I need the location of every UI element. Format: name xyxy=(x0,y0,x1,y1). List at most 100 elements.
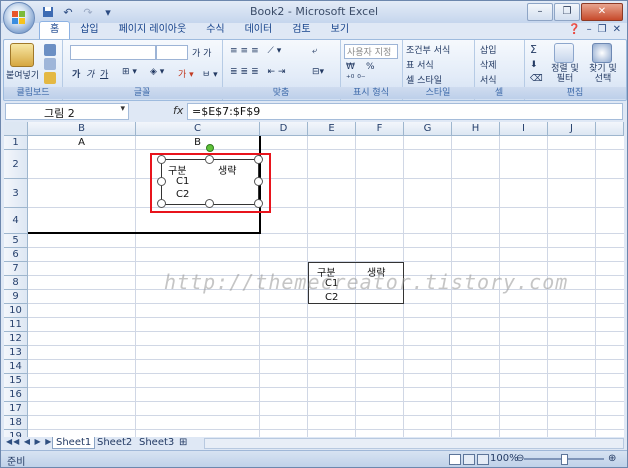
italic-button[interactable]: 가 xyxy=(86,67,94,80)
page-break-view-icon[interactable] xyxy=(477,454,489,465)
column-header-i[interactable]: I xyxy=(500,122,548,136)
sort-filter-icon[interactable] xyxy=(554,43,574,63)
restore-button[interactable]: ❐ xyxy=(554,3,580,21)
row-header-15[interactable]: 15 xyxy=(4,374,28,388)
sort-filter-button[interactable]: 정렬 및 필터 xyxy=(548,64,582,84)
formula-input[interactable]: =$E$7:$F$9 xyxy=(187,103,623,120)
normal-view-icon[interactable] xyxy=(449,454,461,465)
column-header-g[interactable]: G xyxy=(404,122,452,136)
cell-b1[interactable]: A xyxy=(28,137,135,148)
fill-icon[interactable]: ⬇ xyxy=(530,60,538,70)
format-as-table-button[interactable]: 표 서식 xyxy=(406,58,434,71)
decimal-buttons[interactable]: ⁺⁰ ⁰⁻ xyxy=(346,74,366,84)
minimize-button[interactable]: – xyxy=(527,3,553,21)
format-cells-button[interactable]: 서식 xyxy=(480,73,497,86)
merge-button[interactable]: ⊟▾ xyxy=(312,67,324,77)
insert-function-icon[interactable]: fx xyxy=(173,104,183,117)
paste-icon[interactable] xyxy=(10,43,34,67)
tab-page-layout[interactable]: 페이지 레이아웃 xyxy=(109,22,197,39)
clear-icon[interactable]: ⌫ xyxy=(530,74,543,84)
resize-handle-bl[interactable] xyxy=(157,199,166,208)
ribbon-minimize-icon[interactable]: – xyxy=(587,24,592,35)
font-color-button[interactable]: 가 ▾ xyxy=(178,67,194,80)
currency-button[interactable]: ₩ xyxy=(346,62,355,72)
resize-handle-mr[interactable] xyxy=(254,177,263,186)
cell-c1[interactable]: B xyxy=(136,137,259,148)
sheet-tab-3[interactable]: Sheet3 xyxy=(136,437,177,448)
cell-styles-button[interactable]: 셀 스타일 xyxy=(406,73,442,86)
tab-home[interactable]: 홈 xyxy=(39,21,71,39)
column-header-h[interactable]: H xyxy=(452,122,500,136)
row-header-19[interactable]: 19 xyxy=(4,430,28,437)
row-header-3[interactable]: 3 xyxy=(4,179,28,208)
worksheet-grid[interactable]: B C D E F G H I J 1 2 3 4 5 6 7 8 9 10 1… xyxy=(4,122,624,437)
zoom-level[interactable]: 100% xyxy=(490,453,519,464)
zoom-in-icon[interactable]: ⊕ xyxy=(608,453,616,464)
fill-color-button[interactable]: ◈ ▾ xyxy=(150,67,164,77)
row-header-16[interactable]: 16 xyxy=(4,388,28,402)
tab-formulas[interactable]: 수식 xyxy=(196,22,234,39)
delete-cells-button[interactable]: 삭제 xyxy=(480,58,497,71)
tab-insert[interactable]: 삽입 xyxy=(70,22,108,39)
vertical-align-buttons[interactable]: ≡≡≡ ⟋▾ xyxy=(230,46,284,56)
resize-handle-ml[interactable] xyxy=(157,177,166,186)
underline-button[interactable]: 가 xyxy=(100,67,108,80)
row-header-2[interactable]: 2 xyxy=(4,150,28,179)
row-header-8[interactable]: 8 xyxy=(4,276,28,290)
format-painter-icon[interactable] xyxy=(44,72,56,84)
column-header-e[interactable]: E xyxy=(308,122,356,136)
wrap-text-button[interactable]: ⤶ xyxy=(312,46,317,56)
close-button[interactable]: ✕ xyxy=(581,3,623,21)
name-box-dropdown-icon[interactable]: ▾ xyxy=(120,104,125,114)
column-header-b[interactable]: B xyxy=(28,122,136,136)
row-header-11[interactable]: 11 xyxy=(4,318,28,332)
resize-handle-br[interactable] xyxy=(254,199,263,208)
page-layout-view-icon[interactable] xyxy=(463,454,475,465)
font-name-select[interactable] xyxy=(70,45,156,60)
paste-button[interactable]: 붙여넣기 xyxy=(6,68,39,81)
ribbon-restore-icon[interactable]: ❐ xyxy=(598,24,607,35)
bold-button[interactable]: 가 xyxy=(72,67,80,80)
row-header-7[interactable]: 7 xyxy=(4,262,28,276)
copy-icon[interactable] xyxy=(44,58,56,70)
cut-icon[interactable] xyxy=(44,44,56,56)
row-header-4[interactable]: 4 xyxy=(4,208,28,234)
find-select-button[interactable]: 찾기 및 선택 xyxy=(584,64,622,84)
rotate-handle[interactable] xyxy=(206,144,214,152)
column-header-k[interactable] xyxy=(596,122,624,136)
sheet-tab-1[interactable]: Sheet1 xyxy=(52,437,96,449)
conditional-format-button[interactable]: 조건부 서식 xyxy=(406,43,450,56)
percent-button[interactable]: % xyxy=(366,62,375,72)
insert-sheet-icon[interactable]: ⊞ xyxy=(176,437,190,448)
office-button[interactable] xyxy=(3,2,35,34)
column-header-f[interactable]: F xyxy=(356,122,404,136)
row-header-13[interactable]: 13 xyxy=(4,346,28,360)
row-header-10[interactable]: 10 xyxy=(4,304,28,318)
row-header-6[interactable]: 6 xyxy=(4,248,28,262)
row-header-18[interactable]: 18 xyxy=(4,416,28,430)
row-header-1[interactable]: 1 xyxy=(4,136,28,150)
row-header-12[interactable]: 12 xyxy=(4,332,28,346)
row-header-9[interactable]: 9 xyxy=(4,290,28,304)
find-select-icon[interactable] xyxy=(592,43,612,63)
font-size-select[interactable] xyxy=(156,45,188,60)
select-all-corner[interactable] xyxy=(4,122,28,136)
resize-handle-tr[interactable] xyxy=(254,155,263,164)
help-icon[interactable]: ❓ xyxy=(568,24,580,35)
border-button[interactable]: ⊞ ▾ xyxy=(122,67,137,77)
number-format-select[interactable]: 사용자 지정 xyxy=(344,44,398,59)
tab-data[interactable]: 데이터 xyxy=(235,22,283,39)
horizontal-scrollbar[interactable] xyxy=(204,438,624,449)
row-header-17[interactable]: 17 xyxy=(4,402,28,416)
column-header-d[interactable]: D xyxy=(260,122,308,136)
phonetic-button[interactable]: ㅂ ▾ xyxy=(202,67,218,80)
resize-handle-tl[interactable] xyxy=(157,155,166,164)
insert-cells-button[interactable]: 삽입 xyxy=(480,43,497,56)
tab-review[interactable]: 검토 xyxy=(282,22,320,39)
sheet-tab-2[interactable]: Sheet2 xyxy=(94,437,135,448)
row-header-14[interactable]: 14 xyxy=(4,360,28,374)
font-grow-button[interactable]: 가 가 xyxy=(192,46,211,59)
resize-handle-bc[interactable] xyxy=(205,199,214,208)
column-header-c[interactable]: C xyxy=(136,122,260,136)
autosum-button[interactable]: Σ xyxy=(530,43,537,56)
